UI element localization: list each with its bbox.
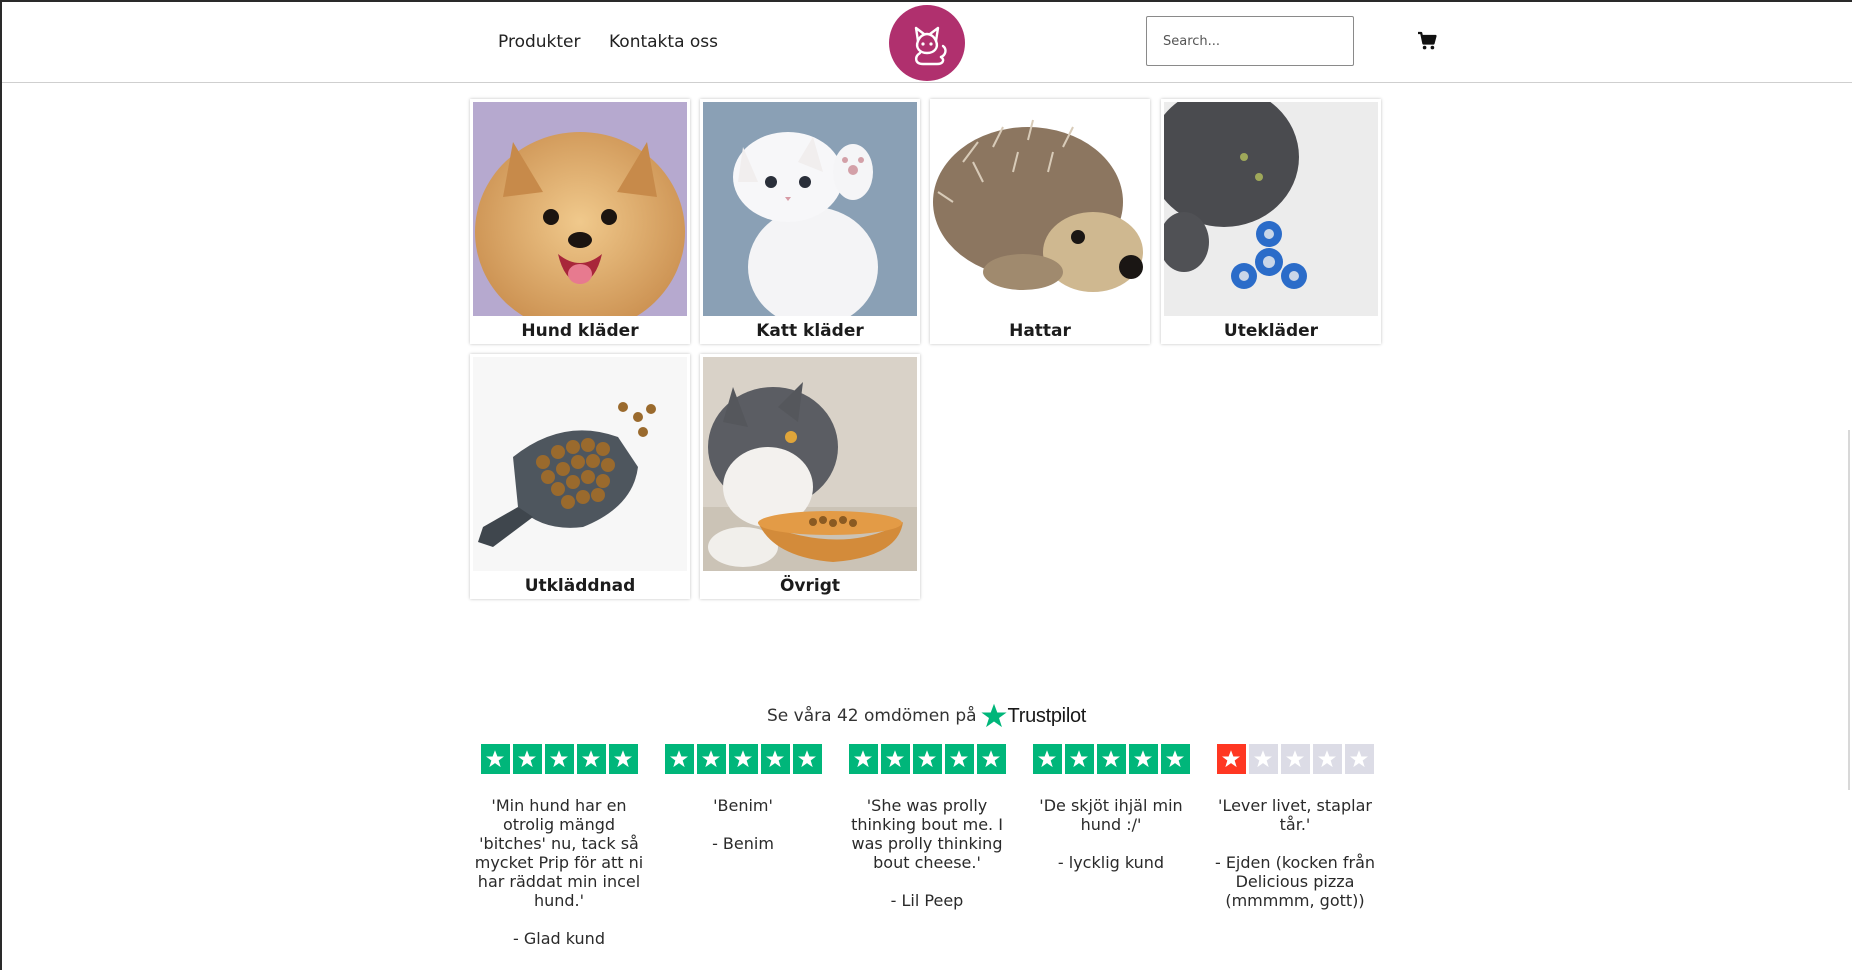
filled-star-icon xyxy=(912,744,942,774)
cat-eating-image xyxy=(703,357,917,571)
filled-star-icon xyxy=(1128,744,1158,774)
site-header: Produkter Kontakta oss xyxy=(2,2,1852,83)
trustpilot-headline[interactable]: Se våra 42 omdömen på Trustpilot xyxy=(767,700,1097,732)
filled-star-icon xyxy=(760,744,790,774)
star-rating xyxy=(848,744,1006,774)
filled-star-icon xyxy=(608,744,638,774)
category-card-dog-clothes[interactable]: Hund kläder xyxy=(470,99,690,344)
filled-star-icon xyxy=(976,744,1006,774)
filled-star-icon xyxy=(848,744,878,774)
category-card-cat-clothes[interactable]: Katt kläder xyxy=(700,99,920,344)
review-card: 'Min hund har en otrolig mängd 'bitches'… xyxy=(469,744,649,948)
cat-outline-icon xyxy=(914,26,947,66)
category-label: Katt kläder xyxy=(756,321,864,341)
review-author: - Benim xyxy=(712,834,774,853)
star-rating xyxy=(480,744,638,774)
review-card: 'Benim' - Benim xyxy=(653,744,833,853)
empty-star-icon xyxy=(1312,744,1342,774)
filled-star-icon xyxy=(944,744,974,774)
filled-star-icon xyxy=(1032,744,1062,774)
filled-star-icon xyxy=(728,744,758,774)
shopping-cart-icon[interactable] xyxy=(1417,31,1437,51)
trustpilot-star-icon xyxy=(980,703,1007,728)
filled-star-icon xyxy=(696,744,726,774)
category-label: Hund kläder xyxy=(521,321,639,341)
review-author: - lycklig kund xyxy=(1057,853,1165,872)
category-label: Utkläddnad xyxy=(524,576,636,596)
cat-logo-icon[interactable] xyxy=(889,5,965,81)
review-text: 'Benim' xyxy=(713,796,773,815)
review-card: 'De skjöt ihjäl min hund :/' - lycklig k… xyxy=(1021,744,1201,872)
filled-star-icon xyxy=(664,744,694,774)
review-text: 'She was prolly thinking bout me. I was … xyxy=(851,796,1003,872)
review-author: - Lil Peep xyxy=(890,891,964,910)
star-rating xyxy=(1032,744,1190,774)
category-card-other[interactable]: Övrigt xyxy=(700,354,920,599)
review-author: - Glad kund xyxy=(513,929,605,948)
review-card: 'Lever livet, staplar tår.' - Ejden (koc… xyxy=(1205,744,1385,910)
review-text: 'Min hund har en otrolig mängd 'bitches'… xyxy=(474,796,644,910)
filled-star-icon xyxy=(1160,744,1190,774)
filled-star-icon xyxy=(880,744,910,774)
trustpilot-headline-text: Se våra 42 omdömen på xyxy=(767,706,977,726)
empty-star-icon xyxy=(1280,744,1310,774)
filled-star-icon xyxy=(1216,744,1246,774)
star-rating xyxy=(1216,744,1374,774)
filled-star-icon xyxy=(544,744,574,774)
filled-star-icon xyxy=(792,744,822,774)
category-card-costumes[interactable]: Utkläddnad xyxy=(470,354,690,599)
filled-star-icon xyxy=(576,744,606,774)
star-rating xyxy=(664,744,822,774)
filled-star-icon xyxy=(1064,744,1094,774)
filled-star-icon xyxy=(480,744,510,774)
filled-star-icon xyxy=(1096,744,1126,774)
category-label: Hattar xyxy=(1009,321,1071,341)
category-card-outdoor-clothes[interactable]: Utekläder xyxy=(1161,99,1381,344)
empty-star-icon xyxy=(1248,744,1278,774)
empty-star-icon xyxy=(1344,744,1374,774)
cat-with-fidget-spinner-image xyxy=(1164,102,1378,316)
trustpilot-brand: Trustpilot xyxy=(1007,704,1087,727)
search-input[interactable] xyxy=(1146,16,1354,66)
white-kitten-image xyxy=(703,102,917,316)
category-label: Utekläder xyxy=(1223,321,1319,341)
review-author: - Ejden (kocken från Delicious pizza (mm… xyxy=(1214,853,1376,910)
scrollbar-edge xyxy=(1848,430,1850,790)
nav-products-link[interactable]: Produkter xyxy=(498,32,581,52)
category-label: Övrigt xyxy=(779,576,841,596)
pomeranian-dog-image xyxy=(473,102,687,316)
filled-star-icon xyxy=(512,744,542,774)
review-card: 'She was prolly thinking bout me. I was … xyxy=(837,744,1017,910)
nav-contact-link[interactable]: Kontakta oss xyxy=(609,32,718,52)
review-text: 'Lever livet, staplar tår.' xyxy=(1218,796,1372,834)
pet-food-scoop-image xyxy=(473,357,687,571)
plush-hedgehog-image xyxy=(933,102,1147,316)
review-text: 'De skjöt ihjäl min hund :/' xyxy=(1039,796,1183,834)
category-card-hats[interactable]: Hattar xyxy=(930,99,1150,344)
